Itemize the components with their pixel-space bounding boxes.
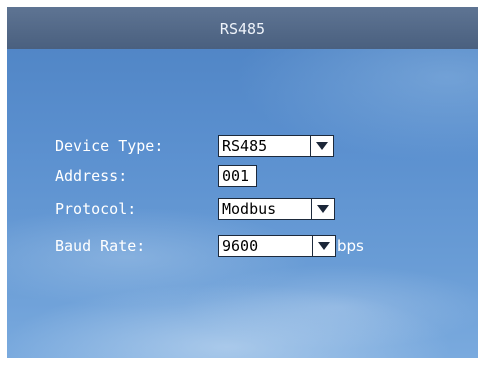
baud-rate-label: Baud Rate: (55, 237, 146, 255)
baud-rate-value: 9600 (222, 237, 259, 255)
address-label: Address: (55, 167, 128, 185)
chevron-down-icon[interactable] (310, 136, 333, 156)
device-type-label: Device Type: (55, 137, 164, 155)
title-bar: RS485 (7, 7, 478, 49)
device-type-select[interactable]: RS485 (218, 135, 334, 157)
baud-rate-unit: bps (337, 237, 364, 255)
protocol-select[interactable]: Modbus (218, 198, 335, 220)
chevron-down-icon[interactable] (311, 199, 334, 219)
protocol-value: Modbus (222, 200, 277, 218)
settings-screen: RS485 Device Type: RS485 Address: 001 Pr… (7, 7, 478, 358)
device-type-value: RS485 (222, 137, 268, 155)
baud-rate-select[interactable]: 9600 (218, 235, 336, 257)
page-title: RS485 (219, 20, 266, 38)
protocol-label: Protocol: (55, 200, 137, 218)
chevron-down-icon[interactable] (312, 236, 335, 256)
address-value: 001 (222, 167, 250, 185)
address-input[interactable]: 001 (218, 165, 257, 187)
